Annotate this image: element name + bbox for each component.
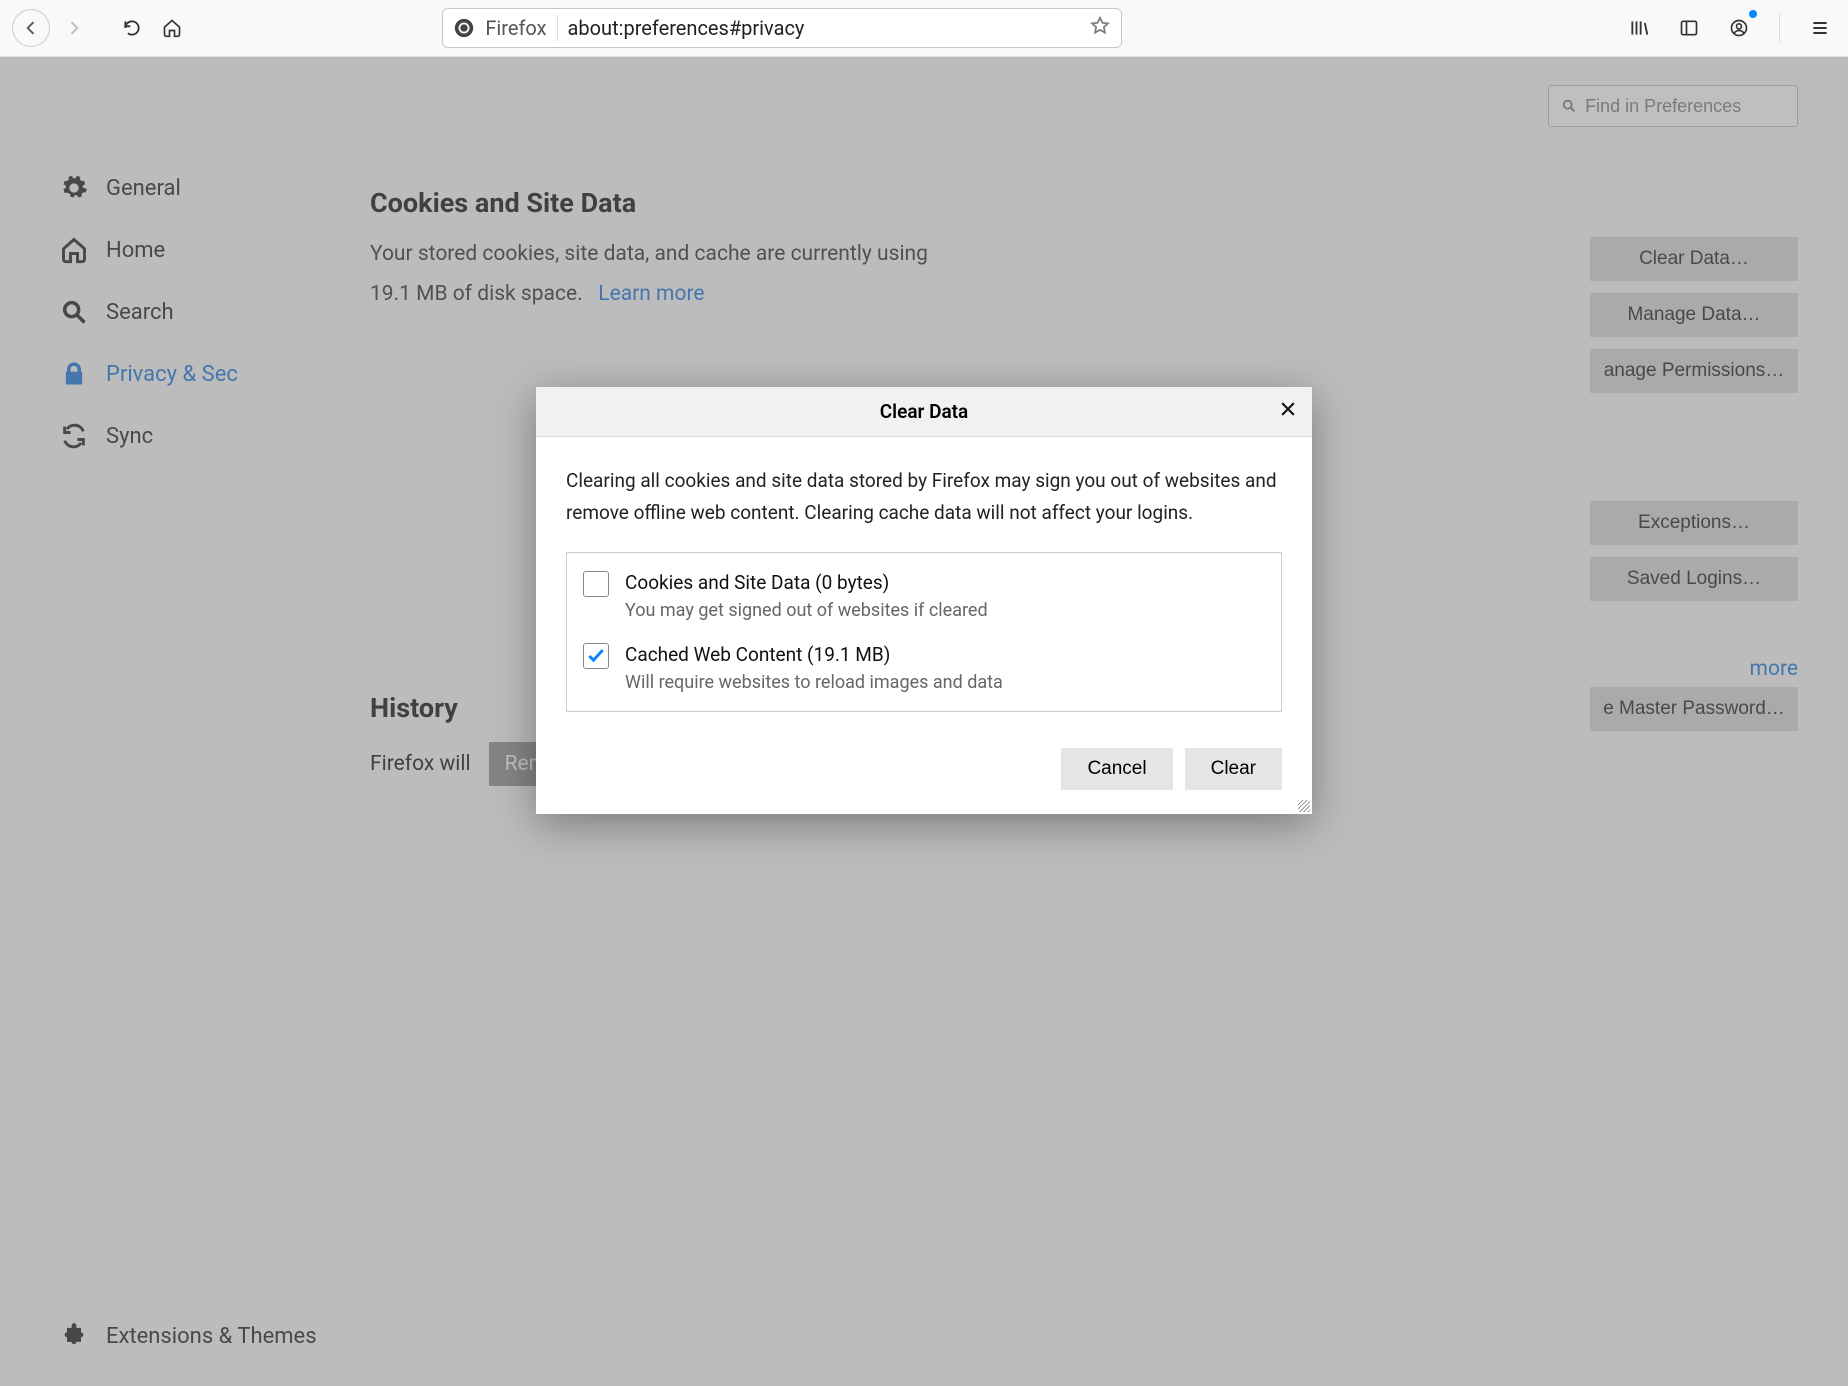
home-button[interactable] bbox=[156, 12, 188, 44]
address-text[interactable]: about:preferences#privacy bbox=[568, 16, 1080, 40]
modal-body: Clearing all cookies and site data store… bbox=[536, 437, 1312, 732]
cancel-button[interactable]: Cancel bbox=[1061, 748, 1172, 790]
firefox-icon bbox=[453, 17, 475, 39]
modal-footer: Cancel Clear bbox=[536, 732, 1312, 814]
separator bbox=[1779, 13, 1780, 43]
library-icon[interactable] bbox=[1623, 12, 1655, 44]
clear-button[interactable]: Clear bbox=[1185, 748, 1282, 790]
notification-dot bbox=[1749, 10, 1757, 18]
browser-toolbar: Firefox about:preferences#privacy bbox=[0, 0, 1848, 57]
checkbox-group: Cookies and Site Data (0 bytes) You may … bbox=[566, 552, 1282, 712]
back-button[interactable] bbox=[12, 9, 50, 47]
modal-header: Clear Data bbox=[536, 387, 1312, 437]
option-desc: Will require websites to reload images a… bbox=[625, 672, 1003, 693]
forward-button[interactable] bbox=[58, 12, 90, 44]
account-icon[interactable] bbox=[1723, 12, 1755, 44]
separator bbox=[557, 15, 558, 41]
reload-button[interactable] bbox=[116, 12, 148, 44]
menu-icon[interactable] bbox=[1804, 12, 1836, 44]
identity-label: Firefox bbox=[485, 16, 546, 40]
modal-description: Clearing all cookies and site data store… bbox=[566, 465, 1282, 530]
option-label: Cached Web Content (19.1 MB) bbox=[625, 643, 1003, 666]
resize-handle[interactable] bbox=[1296, 798, 1312, 814]
option-cache[interactable]: Cached Web Content (19.1 MB) Will requir… bbox=[583, 643, 1265, 693]
modal-title: Clear Data bbox=[880, 400, 969, 423]
checkbox-checked[interactable] bbox=[583, 643, 609, 669]
option-desc: You may get signed out of websites if cl… bbox=[625, 600, 988, 621]
toolbar-right bbox=[1623, 12, 1836, 44]
bookmark-star-icon[interactable] bbox=[1089, 15, 1111, 41]
checkbox-unchecked[interactable] bbox=[583, 571, 609, 597]
sidebar-icon[interactable] bbox=[1673, 12, 1705, 44]
close-icon[interactable] bbox=[1278, 399, 1298, 424]
clear-data-modal: Clear Data Clearing all cookies and site… bbox=[536, 387, 1312, 814]
url-bar[interactable]: Firefox about:preferences#privacy bbox=[442, 8, 1122, 48]
page: General Home Search Privacy & Sec Sync bbox=[0, 57, 1848, 1386]
option-label: Cookies and Site Data (0 bytes) bbox=[625, 571, 988, 594]
option-cookies[interactable]: Cookies and Site Data (0 bytes) You may … bbox=[583, 571, 1265, 621]
